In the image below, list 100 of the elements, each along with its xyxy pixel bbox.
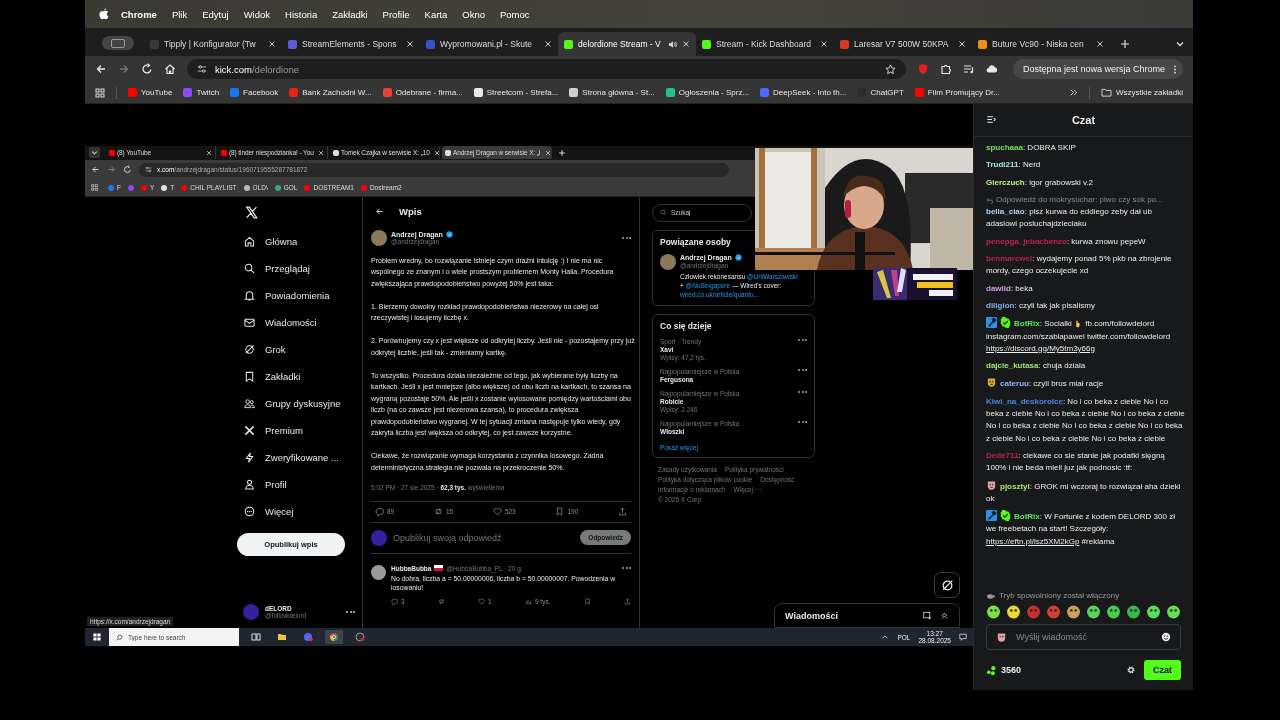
close-icon[interactable]	[958, 40, 966, 48]
bookmark-item[interactable]: ChatGPT	[857, 88, 904, 97]
browser-tab[interactable]: Tipply | Konfigurator (Tw	[144, 32, 282, 56]
menu-item[interactable]: Okno	[462, 8, 485, 20]
menu-item[interactable]: Zakładki	[332, 8, 368, 20]
emote-icon[interactable]	[1166, 604, 1181, 619]
nav-item[interactable]: Profil	[237, 470, 355, 498]
messages-drawer[interactable]: Wiadomości	[774, 603, 960, 628]
double-chevron-icon[interactable]	[1068, 88, 1078, 97]
chat-link[interactable]: https://eftn.pl/lsz5XM2kGp	[986, 536, 1080, 546]
browser-tab[interactable]: Stream - Kick Dashboard	[696, 32, 834, 56]
browser-tab[interactable]: Laresar V7 500W 50KPA	[834, 32, 972, 56]
bookmark-item[interactable]: YouTube	[128, 88, 173, 97]
avatar[interactable]	[371, 564, 386, 580]
share-icon[interactable]	[618, 507, 627, 517]
reload-icon[interactable]	[123, 165, 132, 175]
media-controls-icon[interactable]	[962, 63, 975, 75]
address-bar[interactable]: kick.com/delordione	[187, 59, 906, 79]
close-icon[interactable]	[820, 40, 828, 48]
new-message-icon[interactable]	[923, 611, 932, 620]
share-icon[interactable]	[623, 597, 631, 605]
back-arrow-icon[interactable]	[375, 207, 384, 217]
points-count[interactable]: 3560	[1001, 665, 1022, 675]
close-icon[interactable]	[318, 150, 324, 156]
menu-item[interactable]: Edytuj	[202, 8, 229, 20]
browser-tab[interactable]: StreamElements - Spons	[282, 32, 420, 56]
nav-item[interactable]: Przeglądaj	[237, 254, 355, 282]
repost-icon[interactable]	[437, 597, 445, 605]
close-icon[interactable]	[544, 150, 551, 156]
apps-grid-icon[interactable]	[95, 87, 105, 98]
nav-item[interactable]: Główna	[237, 227, 355, 255]
emote-icon[interactable]	[1126, 604, 1141, 619]
bookmark-item[interactable]: DeepSeek - Into th...	[760, 88, 847, 97]
nav-item[interactable]: Zweryfikowane ...	[237, 443, 355, 471]
forward-arrow-icon[interactable]	[107, 165, 116, 175]
speech-bubble-icon[interactable]	[391, 597, 398, 605]
heart-icon[interactable]	[492, 507, 502, 517]
update-chrome-button[interactable]: Dostępna jest nowa wersja Chrome	[1012, 59, 1183, 79]
avatar[interactable]	[660, 253, 676, 270]
notification-icon[interactable]	[959, 633, 967, 641]
home-icon[interactable]	[164, 63, 176, 75]
browser-tab[interactable]: Wypromowani.pl - Skute	[420, 32, 558, 56]
chat-link[interactable]: https://discord.gg/My5tm3y66g	[986, 343, 1095, 353]
back-arrow-icon[interactable]	[91, 165, 100, 175]
nav-item[interactable]: Grok	[237, 335, 355, 363]
menu-item[interactable]: Profile	[382, 8, 410, 20]
bookmark-item[interactable]: Ogłoszenia - Sprz...	[665, 88, 750, 97]
x-logo-icon[interactable]	[245, 205, 258, 219]
chevron-up-icon[interactable]	[881, 633, 890, 641]
bookmark-icon[interactable]	[555, 507, 565, 517]
new-tab-icon[interactable]	[558, 149, 566, 157]
puzzle-icon[interactable]	[939, 63, 952, 75]
bookmark-item[interactable]: Odebrane - firma...	[382, 88, 463, 97]
chevron-down-icon[interactable]	[1175, 39, 1185, 49]
emote-icon[interactable]	[1106, 604, 1121, 619]
emote-icon[interactable]	[1146, 604, 1161, 619]
emote-icon[interactable]	[1086, 604, 1101, 619]
bookmark-item[interactable]: Twitch	[183, 88, 220, 97]
emote-icon[interactable]	[1006, 604, 1021, 619]
all-bookmarks-item[interactable]: Wszystkie zakładki	[1100, 88, 1183, 97]
app-menu[interactable]: Chrome	[121, 8, 157, 20]
avatar[interactable]	[371, 229, 387, 246]
new-tab-icon[interactable]	[1120, 39, 1130, 49]
reload-icon[interactable]	[141, 63, 153, 75]
menu-item[interactable]: Plik	[171, 8, 188, 20]
shield-extension-icon[interactable]	[916, 63, 929, 75]
bookmark-item[interactable]: Streetcom - Strefa...	[473, 88, 559, 97]
collapse-icon[interactable]	[986, 114, 997, 125]
menu-item[interactable]: Pomoc	[500, 8, 530, 20]
chat-send-button[interactable]: Czat	[1144, 660, 1181, 680]
chevron-down-icon[interactable]	[89, 147, 100, 159]
close-icon[interactable]	[206, 150, 212, 156]
close-icon[interactable]	[406, 40, 414, 48]
nav-item[interactable]: Grupy dyskusyjne	[237, 389, 355, 417]
more-vertical-icon[interactable]	[1173, 63, 1177, 75]
bookmark-item[interactable]: Bank Zachodni W...	[289, 88, 372, 97]
apps-grid-icon[interactable]	[91, 184, 98, 192]
back-arrow-icon[interactable]	[95, 63, 107, 75]
close-icon[interactable]	[1096, 40, 1104, 48]
close-icon[interactable]	[433, 150, 440, 156]
emote-icon[interactable]	[986, 604, 1001, 619]
browser-tab[interactable]: delordione Stream - V	[558, 32, 696, 56]
reply-field[interactable]: Opublikuj swoją odpowiedź	[393, 532, 575, 543]
close-icon[interactable]	[544, 40, 552, 48]
bookmark-item[interactable]: Strona główna - St...	[569, 88, 655, 97]
browser-icon[interactable]	[325, 630, 343, 644]
speech-bubble-icon[interactable]	[375, 507, 384, 517]
nav-item[interactable]: Więcej	[237, 497, 355, 525]
browser-tab[interactable]: Buture Vc90 - Niska cen	[972, 32, 1110, 56]
repost-icon[interactable]	[433, 507, 443, 517]
site-settings-icon[interactable]	[145, 166, 152, 174]
windows-logo-icon[interactable]	[93, 633, 101, 641]
nav-item[interactable]: Wiadomości	[237, 308, 355, 336]
double-chevron-up-icon[interactable]	[940, 611, 949, 620]
menu-item[interactable]: Karta	[424, 8, 448, 20]
site-settings-icon[interactable]	[197, 64, 207, 74]
chat-input-field[interactable]: Wyślij wiadomość	[1016, 632, 1152, 642]
emote-icon[interactable]	[1066, 604, 1081, 619]
grok-button[interactable]	[934, 572, 960, 598]
tab-group-icon[interactable]	[102, 36, 134, 50]
